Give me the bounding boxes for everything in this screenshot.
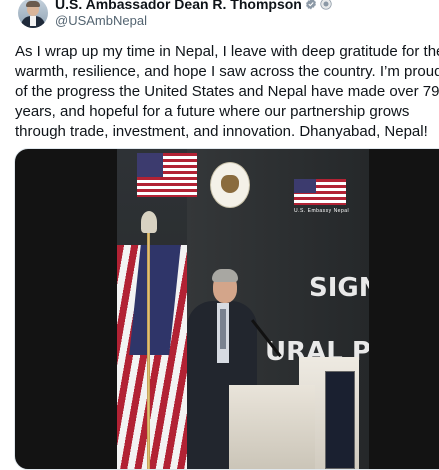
standing-flag xyxy=(117,245,187,469)
display-screen xyxy=(325,371,355,469)
tweet-media-image[interactable]: U.S. Embassy Nepal SIGN URAL PRO xyxy=(14,148,439,470)
avatar[interactable] xyxy=(18,0,48,28)
tweet-text: As I wrap up my time in Nepal, I leave w… xyxy=(15,43,439,140)
government-affiliation-icon xyxy=(320,0,332,10)
backdrop-text-1: SIGN xyxy=(309,273,369,303)
flag-finial xyxy=(141,211,157,233)
tweet-header: U.S. Ambassador Dean R. Thompson @USAmbN… xyxy=(18,0,332,32)
flag-pole xyxy=(147,233,150,469)
verified-badge-icon xyxy=(305,0,316,10)
podium xyxy=(229,385,315,469)
backdrop-flag-right xyxy=(294,179,346,205)
author-handle[interactable]: @USAmbNepal xyxy=(55,13,332,28)
photo-scene: U.S. Embassy Nepal SIGN URAL PRO xyxy=(117,149,369,469)
embassy-label: U.S. Embassy Nepal xyxy=(294,208,350,214)
embassy-seal-icon xyxy=(210,162,250,208)
display-name[interactable]: U.S. Ambassador Dean R. Thompson xyxy=(55,0,302,12)
backdrop-flag-left xyxy=(137,153,197,197)
author-info: U.S. Ambassador Dean R. Thompson @USAmbN… xyxy=(55,0,332,28)
